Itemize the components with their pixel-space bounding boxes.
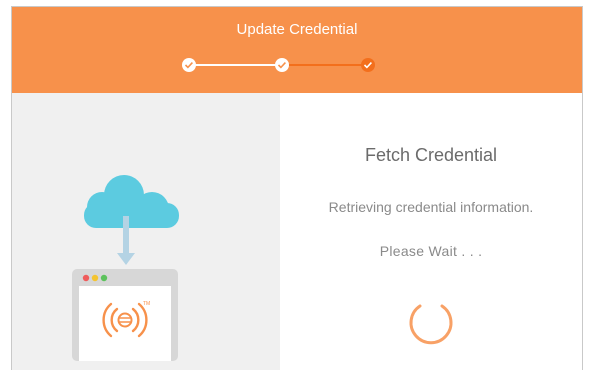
window-close-dot bbox=[82, 274, 90, 282]
step-1-check-icon bbox=[182, 58, 196, 72]
window-minimize-dot bbox=[91, 274, 99, 282]
status-panel: Fetch Credential Retrieving credential i… bbox=[280, 93, 582, 370]
please-wait-text: Please Wait . . . bbox=[379, 243, 483, 259]
cloud-icon bbox=[84, 175, 179, 228]
window-maximize-dot bbox=[100, 274, 108, 282]
credential-illustration: TM bbox=[72, 175, 179, 361]
step-3-check-icon bbox=[361, 58, 375, 72]
illustration-panel: TM bbox=[12, 93, 280, 370]
step-2-check-icon bbox=[275, 58, 289, 72]
status-message: Retrieving credential information. bbox=[328, 199, 534, 215]
dialog-header: Update Credential bbox=[12, 7, 582, 93]
svg-text:TM: TM bbox=[143, 301, 150, 307]
status-heading: Fetch Credential bbox=[364, 145, 498, 165]
loading-spinner-icon bbox=[409, 304, 453, 345]
progress-stepper bbox=[182, 58, 375, 72]
app-window bbox=[72, 269, 178, 361]
update-credential-dialog: Update Credential TM Fetch Credential Re… bbox=[11, 6, 583, 370]
